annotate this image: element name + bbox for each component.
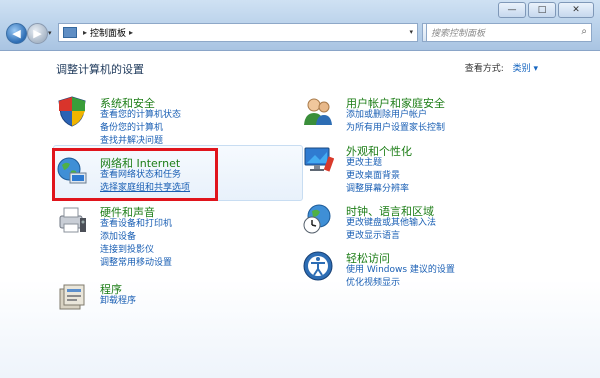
task-link[interactable]: 选择家庭组和共享选项 — [100, 182, 190, 195]
view-by-label: 查看方式: — [464, 64, 504, 74]
navigation-bar: ◀ ▶ ▾ ▸ 控制面板 ▸ ▾ ↻ 搜索控制面板 ⌕ — [6, 22, 596, 44]
task-link[interactable]: 更改键盘或其他输入法 — [346, 217, 436, 230]
network-globe-icon[interactable] — [56, 155, 88, 187]
programs-icon[interactable] — [56, 281, 88, 313]
task-link[interactable]: 为所有用户设置家长控制 — [346, 122, 445, 135]
window-titlebar: — □ ✕ ◀ ▶ ▾ ▸ 控制面板 ▸ ▾ ↻ 搜索控制面板 ⌕ — [0, 0, 600, 51]
control-panel-icon — [63, 27, 77, 38]
ease-of-access-icon[interactable] — [302, 250, 334, 282]
category-hardware-sound: 硬件和声音 查看设备和打印机 添加设备 连接到投影仪 调整常用移动设置 — [56, 204, 306, 274]
category-links: 卸载程序 — [100, 295, 136, 308]
search-input[interactable]: 搜索控制面板 — [431, 26, 485, 39]
category-links: 添加或删除用户帐户 为所有用户设置家长控制 — [346, 109, 445, 135]
maximize-button[interactable]: □ — [528, 2, 556, 18]
category-links: 使用 Windows 建议的设置 优化视频显示 — [346, 264, 455, 290]
back-button[interactable]: ◀ — [6, 23, 27, 44]
task-link[interactable]: 查看设备和打印机 — [100, 218, 172, 231]
clock-globe-icon[interactable] — [302, 203, 334, 235]
recent-pages-dropdown[interactable]: ▾ — [48, 29, 52, 37]
page-title: 调整计算机的设置 — [56, 63, 144, 76]
task-link[interactable]: 查找并解决问题 — [100, 135, 181, 148]
task-link[interactable]: 更改桌面背景 — [346, 170, 409, 183]
search-icon[interactable]: ⌕ — [581, 26, 587, 37]
category-links: 查看设备和打印机 添加设备 连接到投影仪 调整常用移动设置 — [100, 218, 172, 270]
category-ease-of-access: 轻松访问 使用 Windows 建议的设置 优化视频显示 — [302, 250, 552, 295]
category-network-internet: 网络和 Internet 查看网络状态和任务 选择家庭组和共享选项 — [56, 155, 306, 200]
task-link[interactable]: 更改主题 — [346, 157, 409, 170]
category-links: 更改键盘或其他输入法 更改显示语言 — [346, 217, 436, 243]
breadcrumb-separator[interactable]: ▸ — [129, 28, 133, 37]
category-links: 查看网络状态和任务 选择家庭组和共享选项 — [100, 169, 190, 195]
shield-icon[interactable] — [56, 95, 88, 127]
minimize-button[interactable]: — — [498, 2, 526, 18]
category-programs: 程序 卸载程序 — [56, 281, 306, 317]
window-controls: — □ ✕ — [498, 2, 594, 18]
control-panel-content: 调整计算机的设置 查看方式: 类别 ▾ 系统和安全 查看您的计算机状态 备份您的… — [0, 51, 600, 378]
task-link[interactable]: 调整屏幕分辨率 — [346, 183, 409, 196]
monitor-icon[interactable] — [302, 143, 334, 175]
task-link[interactable]: 添加设备 — [100, 231, 172, 244]
task-link[interactable]: 备份您的计算机 — [100, 122, 181, 135]
address-bar[interactable]: ▸ 控制面板 ▸ ▾ — [58, 23, 418, 42]
search-box[interactable]: 搜索控制面板 ⌕ — [426, 23, 592, 42]
task-link[interactable]: 查看您的计算机状态 — [100, 109, 181, 122]
close-button[interactable]: ✕ — [558, 2, 594, 18]
users-icon[interactable] — [302, 95, 334, 127]
task-link[interactable]: 添加或删除用户帐户 — [346, 109, 445, 122]
task-link[interactable]: 查看网络状态和任务 — [100, 169, 190, 182]
forward-button[interactable]: ▶ — [27, 23, 48, 44]
task-link[interactable]: 连接到投影仪 — [100, 244, 172, 257]
view-by: 查看方式: 类别 ▾ — [465, 61, 538, 74]
printer-icon[interactable] — [56, 204, 88, 236]
category-links: 查看您的计算机状态 备份您的计算机 查找并解决问题 — [100, 109, 181, 148]
address-dropdown[interactable]: ▾ — [409, 28, 413, 36]
category-links: 更改主题 更改桌面背景 调整屏幕分辨率 — [346, 157, 409, 196]
category-clock-language-region: 时钟、语言和区域 更改键盘或其他输入法 更改显示语言 — [302, 203, 552, 248]
task-link[interactable]: 优化视频显示 — [346, 277, 455, 290]
view-by-dropdown[interactable]: 类别 ▾ — [513, 64, 538, 74]
task-link[interactable]: 卸载程序 — [100, 295, 136, 308]
breadcrumb-separator[interactable]: ▸ — [83, 28, 87, 37]
category-user-accounts: 用户帐户和家庭安全 添加或删除用户帐户 为所有用户设置家长控制 — [302, 95, 552, 140]
task-link[interactable]: 调整常用移动设置 — [100, 257, 172, 270]
category-system-security: 系统和安全 查看您的计算机状态 备份您的计算机 查找并解决问题 — [56, 95, 306, 155]
task-link[interactable]: 更改显示语言 — [346, 230, 436, 243]
category-appearance: 外观和个性化 更改主题 更改桌面背景 调整屏幕分辨率 — [302, 143, 552, 198]
breadcrumb-control-panel[interactable]: 控制面板 — [90, 26, 126, 39]
task-link[interactable]: 使用 Windows 建议的设置 — [346, 264, 455, 277]
